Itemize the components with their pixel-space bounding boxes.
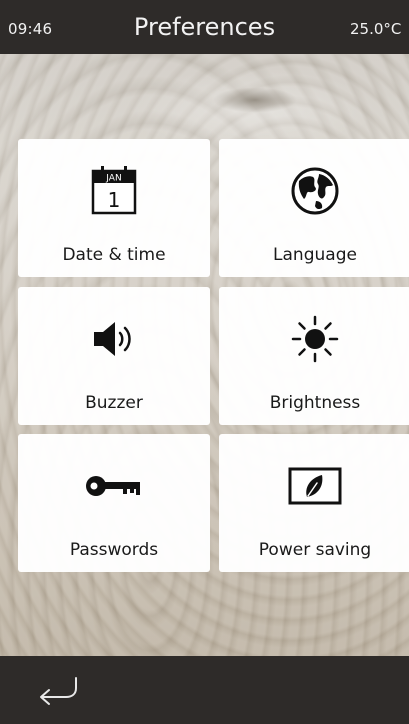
power-saving-label: Power saving [258,540,372,560]
brightness-tile[interactable]: Brightness [219,287,409,425]
back-arrow-icon [40,677,77,705]
passwords-tile[interactable]: Passwords [18,434,210,572]
date-time-label: Date & time [62,245,166,265]
calendar-day: 1 [108,188,121,212]
language-label: Language [273,245,357,265]
globe-icon [219,165,409,217]
sun-icon [219,313,409,365]
bottom-bar [0,656,409,724]
language-tile[interactable]: Language [219,139,409,277]
speaker-icon [18,313,210,365]
date-time-tile[interactable]: JAN 1 Date & time [18,139,210,277]
power-saving-tile[interactable]: Power saving [219,434,409,572]
page-title: Preferences [133,13,276,41]
brightness-label: Brightness [269,393,361,413]
buzzer-tile[interactable]: Buzzer [18,287,210,425]
calendar-month: JAN [105,174,121,184]
back-button[interactable] [30,670,90,710]
preferences-screen: 09:46 Preferences 25.0°C JAN 1 Date & ti… [0,0,409,724]
leaf-icon [219,460,409,512]
passwords-label: Passwords [69,540,159,560]
key-icon [18,460,210,512]
temperature-readout: 25.0°C [350,20,402,38]
status-bar: 09:46 Preferences 25.0°C [0,0,409,54]
buzzer-label: Buzzer [85,393,143,413]
calendar-icon: JAN 1 [18,165,210,217]
